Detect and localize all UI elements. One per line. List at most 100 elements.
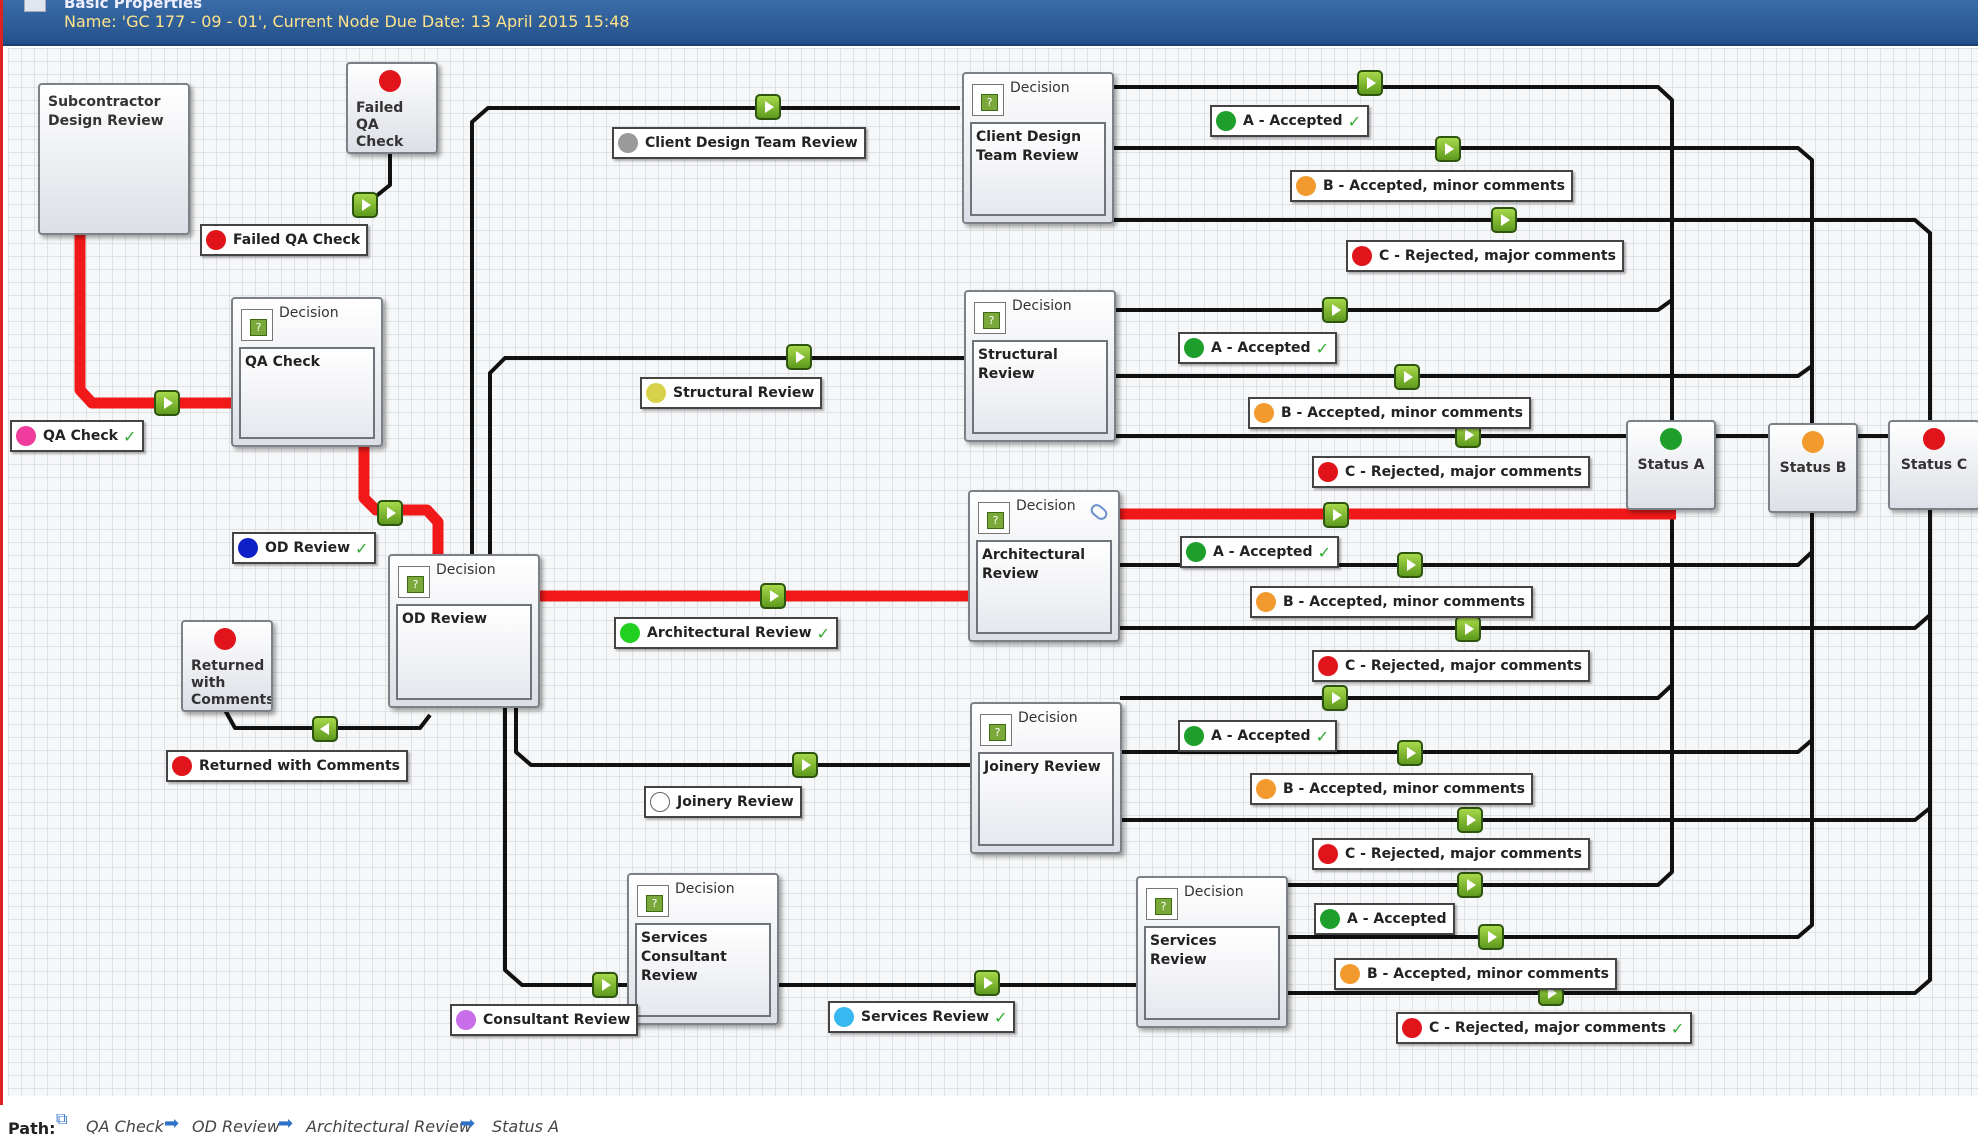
tag-label: A - Accepted <box>1347 911 1447 927</box>
decision-label: Decision <box>1012 298 1072 314</box>
connector <box>503 705 632 987</box>
paperclip-icon <box>1088 501 1110 523</box>
checkmark-icon: ✓ <box>122 426 137 446</box>
red-status-dot-icon <box>1402 1018 1422 1038</box>
tag-label: A - Accepted <box>1243 113 1343 129</box>
client-design-team-review-decision-node[interactable]: ? Decision Client Design Team Review <box>962 72 1114 224</box>
transition-point-client-c[interactable] <box>1491 207 1517 233</box>
subcontractor-design-review-node[interactable]: Subcontractor Design Review <box>38 83 190 235</box>
transition-point-joinery-b[interactable] <box>1397 740 1423 766</box>
tag-joinery-a-accepted[interactable]: A - Accepted ✓ <box>1178 720 1337 752</box>
qa-check-decision-node[interactable]: ? Decision QA Check <box>231 297 383 447</box>
tag-returned-with-comments[interactable]: Returned with Comments <box>166 750 409 782</box>
tag-qa-check[interactable]: QA Check ✓ <box>10 420 145 452</box>
transition-point-joinery-a[interactable] <box>1322 685 1348 711</box>
path-item-qa-check[interactable]: QA Check <box>86 1117 164 1136</box>
transition-point-client-a[interactable] <box>1357 70 1383 96</box>
od-review-decision-node[interactable]: ? Decision OD Review <box>388 554 540 708</box>
red-status-dot-icon <box>1318 656 1338 676</box>
tag-client-c-rejected[interactable]: C - Rejected, major comments <box>1346 240 1624 272</box>
transition-point-services-b[interactable] <box>1478 924 1504 950</box>
tag-label: B - Accepted, minor comments <box>1281 405 1523 421</box>
tag-label: Architectural Review <box>647 625 812 641</box>
decision-label: Decision <box>675 881 735 897</box>
tag-structural-b-accepted[interactable]: B - Accepted, minor comments <box>1248 397 1531 429</box>
green-status-dot-icon <box>1216 111 1236 131</box>
transition-point-od-review[interactable] <box>377 500 403 526</box>
decision-label: Decision <box>1018 710 1078 726</box>
transition-point-structural-a[interactable] <box>1322 297 1348 323</box>
transition-point-qa-check[interactable] <box>154 390 180 416</box>
transition-point-structural-b[interactable] <box>1394 364 1420 390</box>
tag-consultant-review[interactable]: Consultant Review <box>450 1004 639 1036</box>
tag-od-review[interactable]: OD Review ✓ <box>232 532 377 564</box>
green-status-dot-icon <box>1186 542 1206 562</box>
node-label: Architectural Review <box>982 547 1086 582</box>
path-arrow-icon: ➡ <box>164 1113 180 1134</box>
tag-joinery-review[interactable]: Joinery Review <box>644 786 802 818</box>
status-a-node[interactable]: Status A <box>1626 420 1716 510</box>
tag-structural-c-rejected[interactable]: C - Rejected, major comments <box>1312 456 1590 488</box>
transition-point-client-b[interactable] <box>1435 136 1461 162</box>
tag-label: C - Rejected, major comments <box>1379 248 1616 264</box>
tag-failed-qa-check[interactable]: Failed QA Check <box>200 224 369 256</box>
architectural-review-decision-node[interactable]: ? Decision Architectural Review <box>968 490 1120 642</box>
transition-point-joinery-c[interactable] <box>1457 807 1483 833</box>
tag-architectural-a-accepted[interactable]: A - Accepted ✓ <box>1180 536 1339 568</box>
tag-services-a-accepted[interactable]: A - Accepted <box>1314 903 1455 935</box>
decision-label: Decision <box>1184 884 1244 900</box>
structural-review-decision-node[interactable]: ? Decision Structural Review <box>964 290 1116 442</box>
tag-services-review[interactable]: Services Review ✓ <box>828 1001 1016 1033</box>
transition-point-consultant[interactable] <box>592 972 618 998</box>
transition-point-structural[interactable] <box>786 344 812 370</box>
path-bar: Path: ⧉ QA Check ➡ OD Review ➡ Architect… <box>0 1105 1978 1145</box>
workflow-tree-icon: ⧉ <box>56 1109 68 1128</box>
node-label: Services Review <box>1150 933 1217 968</box>
connector <box>1120 683 1674 700</box>
services-consultant-review-decision-node[interactable]: ? Decision Services Consultant Review <box>627 873 779 1025</box>
failed-qa-check-end-node[interactable]: Failed QA Check <box>346 62 438 154</box>
tag-client-a-accepted[interactable]: A - Accepted ✓ <box>1210 105 1369 137</box>
tag-client-design-team-review[interactable]: Client Design Team Review <box>612 127 866 159</box>
tag-services-c-rejected[interactable]: C - Rejected, major comments ✓ <box>1396 1012 1693 1044</box>
joinery-review-decision-node[interactable]: ? Decision Joinery Review <box>970 702 1122 854</box>
tag-joinery-c-rejected[interactable]: C - Rejected, major comments <box>1312 838 1590 870</box>
transition-point-returned[interactable] <box>312 716 338 742</box>
status-b-node[interactable]: Status B <box>1768 423 1858 513</box>
transition-point-architectural-a[interactable] <box>1323 502 1349 528</box>
transition-point-services[interactable] <box>974 970 1000 996</box>
transition-point-services-a[interactable] <box>1457 872 1483 898</box>
tag-label: B - Accepted, minor comments <box>1323 178 1565 194</box>
transition-point-architectural-c[interactable] <box>1455 616 1481 642</box>
checkmark-icon: ✓ <box>1315 726 1329 746</box>
orange-status-dot-icon <box>1256 779 1276 799</box>
status-c-node[interactable]: Status C <box>1888 420 1978 510</box>
connector <box>470 106 960 555</box>
path-item-od-review[interactable]: OD Review <box>192 1117 280 1136</box>
returned-with-comments-end-node[interactable]: Returned with Comments <box>181 620 273 712</box>
transition-point-failed-qa[interactable] <box>352 192 378 218</box>
tag-client-b-accepted[interactable]: B - Accepted, minor comments <box>1290 170 1573 202</box>
tag-architectural-b-accepted[interactable]: B - Accepted, minor comments <box>1250 586 1533 618</box>
orange-status-dot-icon <box>1802 431 1824 453</box>
tag-label: C - Rejected, major comments <box>1345 658 1582 674</box>
connector <box>1120 806 1932 822</box>
path-item-architectural-review[interactable]: Architectural Review <box>306 1117 472 1136</box>
services-review-decision-node[interactable]: ? Decision Services Review <box>1136 876 1288 1028</box>
tag-services-b-accepted[interactable]: B - Accepted, minor comments <box>1334 958 1617 990</box>
green-status-dot-icon <box>1660 428 1682 450</box>
red-status-dot-icon <box>1352 246 1372 266</box>
transition-point-architectural[interactable] <box>760 583 786 609</box>
tag-structural-a-accepted[interactable]: A - Accepted ✓ <box>1178 332 1337 364</box>
connector <box>1114 364 1814 378</box>
transition-point-client-design[interactable] <box>755 94 781 120</box>
tag-joinery-b-accepted[interactable]: B - Accepted, minor comments <box>1250 773 1533 805</box>
node-label: Failed QA Check <box>356 100 404 150</box>
transition-point-architectural-b[interactable] <box>1397 552 1423 578</box>
tag-architectural-c-rejected[interactable]: C - Rejected, major comments <box>1312 650 1590 682</box>
transition-point-joinery[interactable] <box>792 752 818 778</box>
tag-architectural-review[interactable]: Architectural Review ✓ <box>614 617 839 649</box>
path-item-status-a[interactable]: Status A <box>492 1117 559 1136</box>
tag-structural-review[interactable]: Structural Review <box>640 377 823 409</box>
red-status-dot-icon <box>206 230 226 250</box>
